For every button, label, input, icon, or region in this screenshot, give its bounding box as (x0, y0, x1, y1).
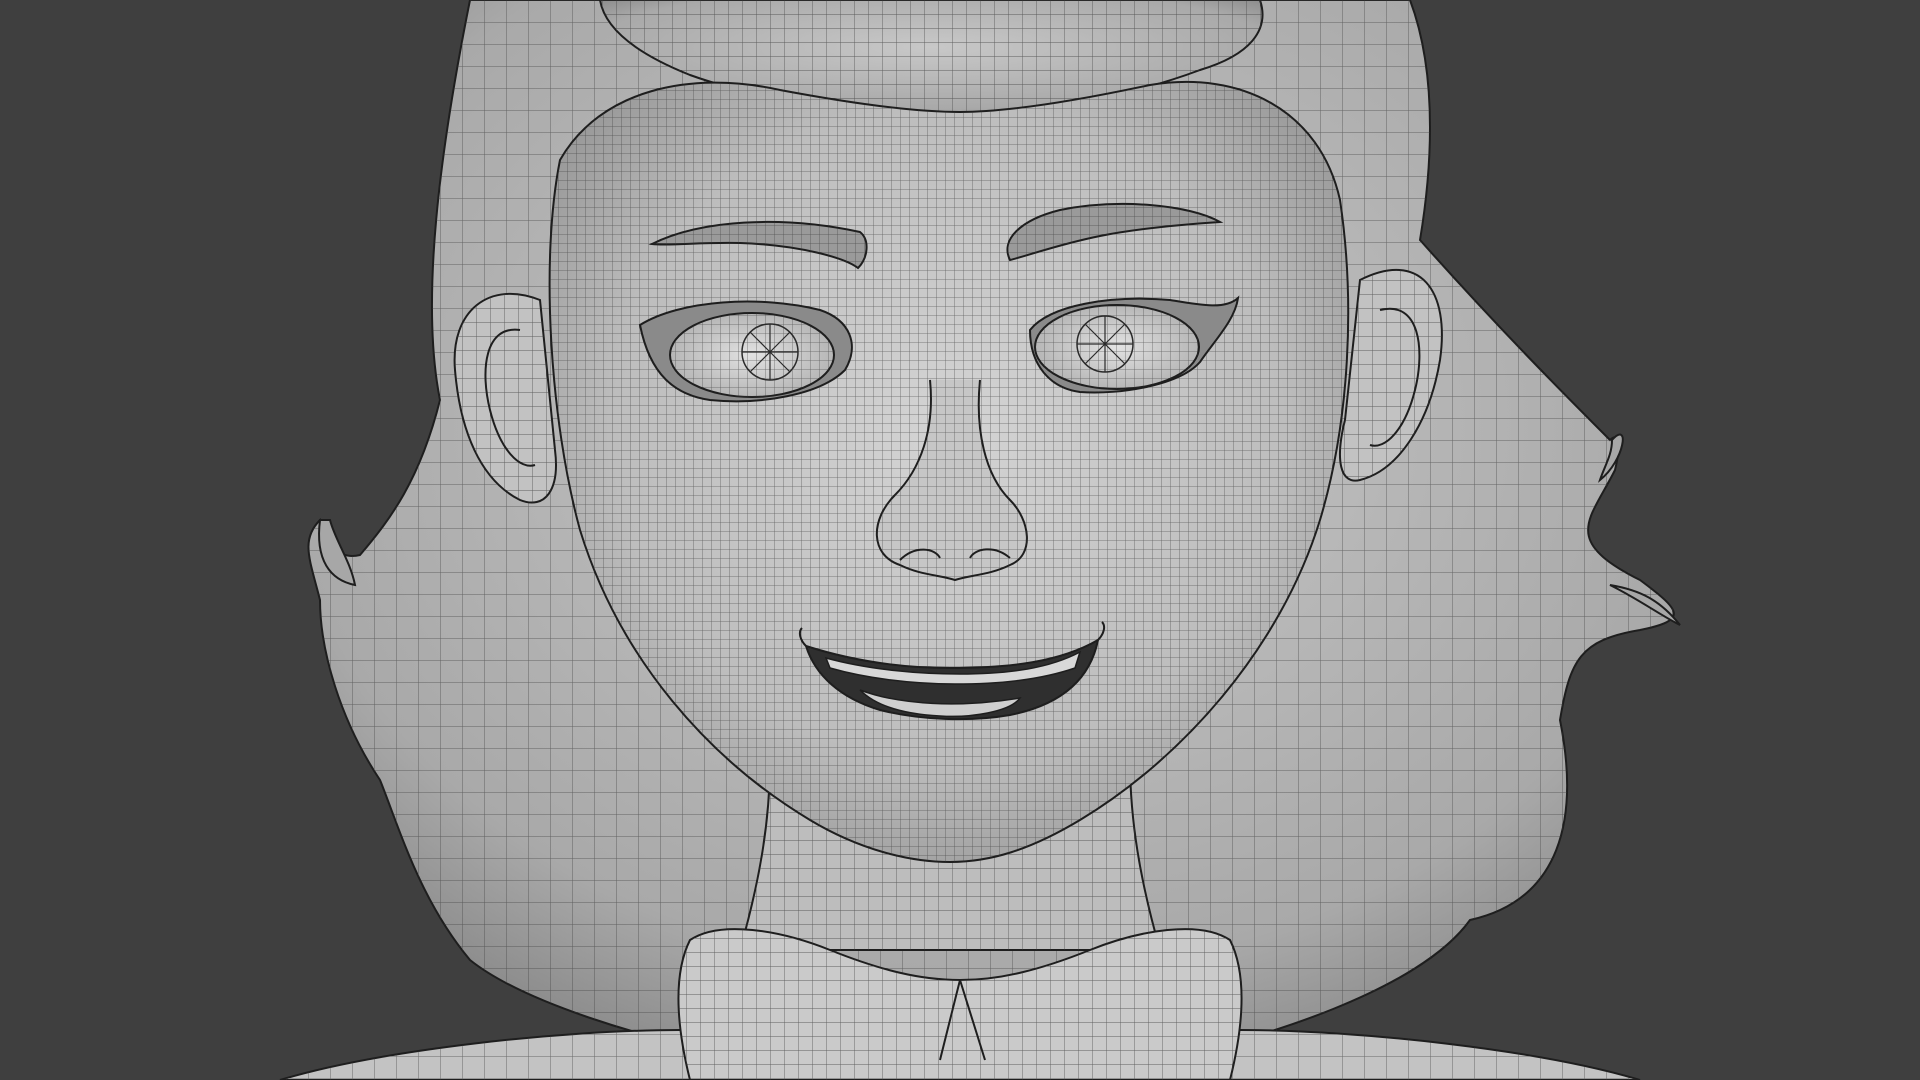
3d-viewport[interactable] (0, 0, 1920, 1080)
mesh-scene (279, 0, 1681, 1080)
